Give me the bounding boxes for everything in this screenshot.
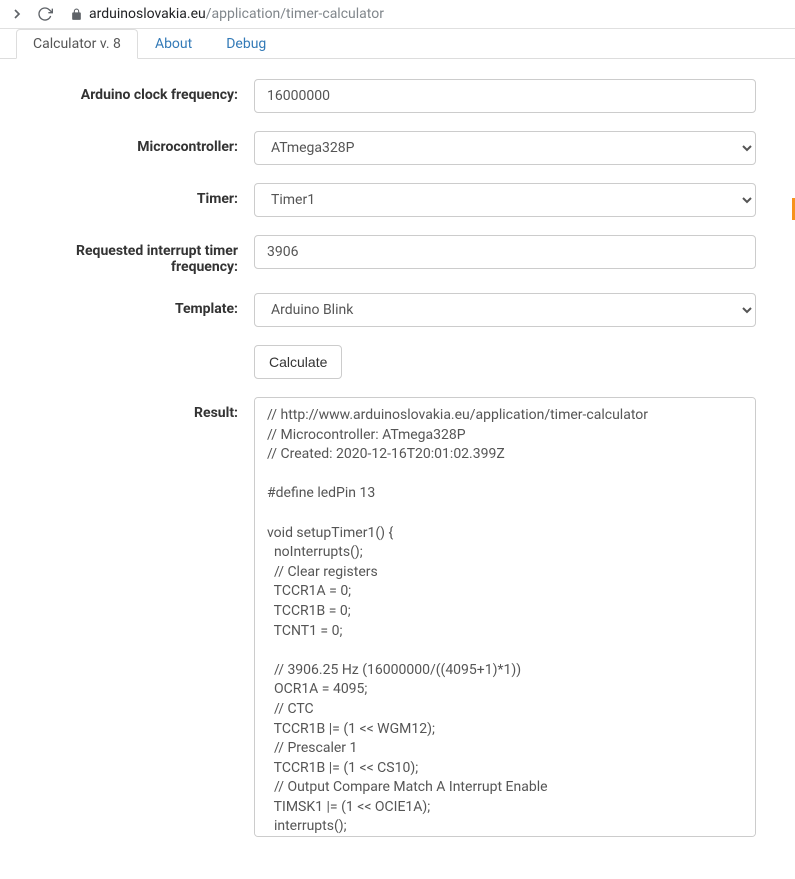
select-microcontroller[interactable]: ATmega328P	[254, 131, 756, 165]
label-requested-frequency: Requested interrupt timer frequency:	[24, 235, 254, 275]
label-microcontroller: Microcontroller:	[24, 131, 254, 155]
row-calculate: Calculate	[24, 345, 756, 379]
input-requested-frequency[interactable]	[254, 235, 756, 269]
row-template: Template: Arduino Blink	[24, 293, 756, 327]
label-clock-frequency: Arduino clock frequency:	[24, 79, 254, 103]
forward-icon[interactable]	[8, 5, 26, 23]
reload-icon[interactable]	[36, 5, 54, 23]
browser-toolbar: arduinoslovakia.eu/application/timer-cal…	[0, 0, 795, 29]
lock-icon	[70, 8, 83, 21]
tab-about[interactable]: About	[138, 29, 209, 59]
tab-calculator[interactable]: Calculator v. 8	[16, 29, 138, 59]
label-timer: Timer:	[24, 183, 254, 207]
label-template: Template:	[24, 293, 254, 317]
row-requested-frequency: Requested interrupt timer frequency:	[24, 235, 756, 275]
form-container: Arduino clock frequency: Microcontroller…	[0, 59, 780, 879]
tab-debug[interactable]: Debug	[209, 29, 283, 59]
row-clock-frequency: Arduino clock frequency:	[24, 79, 756, 113]
select-timer[interactable]: Timer1	[254, 183, 756, 217]
row-timer: Timer: Timer1	[24, 183, 756, 217]
row-microcontroller: Microcontroller: ATmega328P	[24, 131, 756, 165]
row-result: Result:	[24, 397, 756, 841]
label-result: Result:	[24, 397, 254, 421]
calculate-button[interactable]: Calculate	[254, 345, 342, 379]
select-template[interactable]: Arduino Blink	[254, 293, 756, 327]
url-path: /application/timer-calculator	[206, 6, 384, 22]
tabs-bar: Calculator v. 8 About Debug	[0, 29, 795, 59]
address-bar[interactable]: arduinoslovakia.eu/application/timer-cal…	[64, 4, 787, 24]
input-clock-frequency[interactable]	[254, 79, 756, 113]
url-text: arduinoslovakia.eu/application/timer-cal…	[89, 6, 384, 22]
url-domain: arduinoslovakia.eu	[89, 6, 206, 22]
textarea-result[interactable]	[254, 397, 756, 837]
